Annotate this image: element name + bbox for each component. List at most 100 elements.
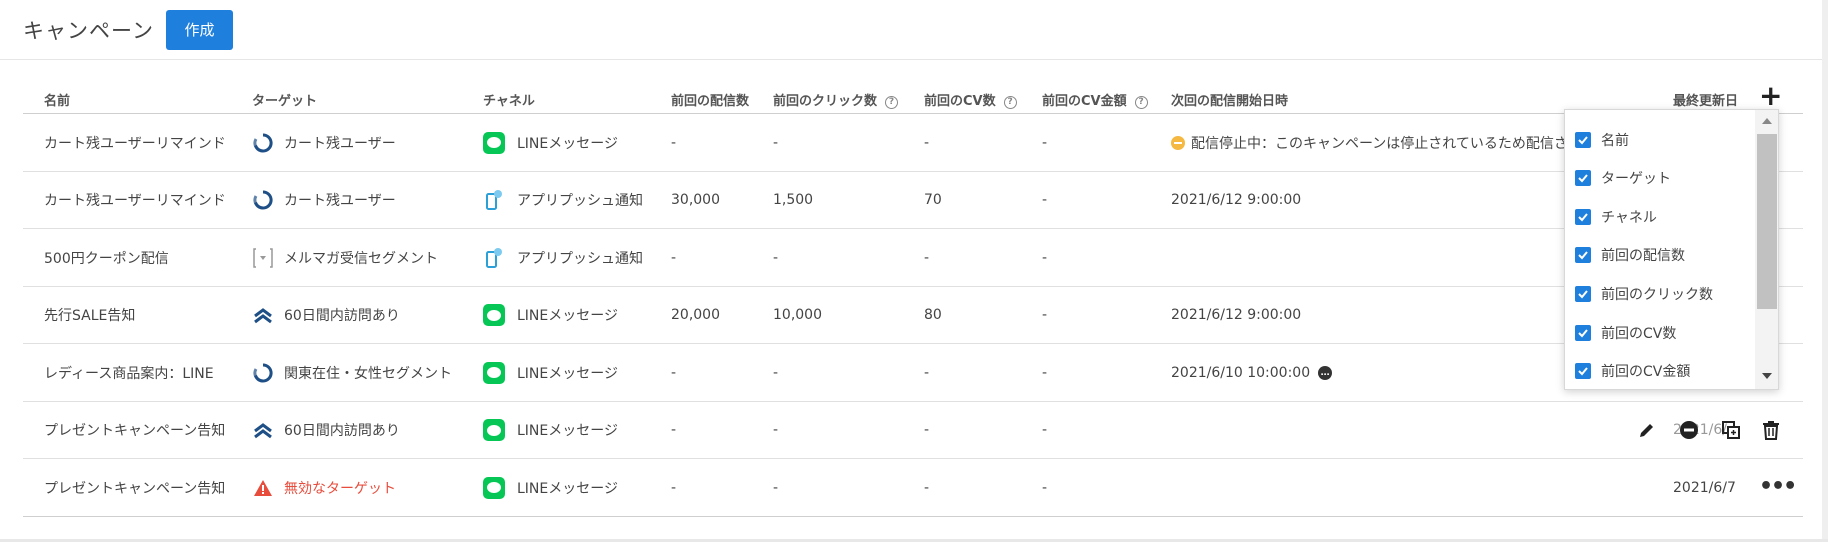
sent-value: -: [671, 422, 677, 438]
column-option-name[interactable]: 名前: [1575, 129, 1629, 151]
campaign-name[interactable]: カート残ユーザーリマインド: [44, 172, 226, 229]
campaign-table: 名前 ターゲット チャネル 前回の配信数 前回のクリック数? 前回のCV数? 前…: [23, 78, 1803, 517]
phone-icon: [483, 189, 505, 211]
checkbox-checked-icon[interactable]: [1575, 325, 1591, 341]
column-header-cv-label: 前回のCV数: [924, 94, 996, 109]
campaign-name[interactable]: 500円クーポン配信: [44, 229, 169, 286]
target-label: 60日間内訪問あり: [284, 423, 400, 439]
stop-icon[interactable]: [1678, 419, 1700, 441]
channel-label: LINEメッセージ: [517, 423, 618, 439]
create-button[interactable]: 作成: [166, 10, 233, 50]
column-header-next[interactable]: 次回の配信開始日時: [1171, 90, 1288, 109]
column-header-channel[interactable]: チャネル: [483, 90, 535, 109]
copy-icon[interactable]: [1720, 419, 1742, 441]
chevron-up-icon: [252, 304, 274, 326]
delete-icon[interactable]: [1760, 419, 1782, 441]
campaign-name[interactable]: プレゼントキャンペーン告知: [44, 402, 225, 459]
cv-value: -: [924, 422, 930, 438]
line-icon: [483, 476, 505, 499]
checkbox-checked-icon[interactable]: [1575, 247, 1591, 263]
cvamt-value: -: [1042, 192, 1048, 208]
target-label: 60日間内訪問あり: [284, 308, 400, 324]
cv-value: 70: [924, 192, 942, 208]
cvamt-value: -: [1042, 307, 1048, 323]
column-option-sent[interactable]: 前回の配信数: [1575, 244, 1685, 266]
channel-label: LINEメッセージ: [517, 308, 618, 324]
click-value: -: [773, 479, 779, 496]
cv-value: -: [924, 249, 930, 266]
target-cell: カート残ユーザー: [252, 172, 396, 229]
campaign-name[interactable]: プレゼントキャンペーン告知: [44, 459, 225, 516]
edit-icon[interactable]: [1636, 419, 1658, 441]
sent-value: 20,000: [671, 307, 720, 323]
warning-icon: [252, 477, 274, 499]
cvamt-value: -: [1042, 134, 1048, 151]
line-icon: [483, 419, 505, 441]
column-option-target[interactable]: ターゲット: [1575, 167, 1671, 189]
table-row[interactable]: カート残ユーザーリマインド カート残ユーザー アプリプッシュ通知 30,000 …: [23, 172, 1803, 229]
column-option-label: 前回のCV金額: [1601, 364, 1691, 380]
checkbox-checked-icon[interactable]: [1575, 286, 1591, 302]
channel-cell: LINEメッセージ: [483, 459, 618, 516]
table-row[interactable]: カート残ユーザーリマインド カート残ユーザー LINEメッセージ - - - -…: [23, 114, 1803, 172]
column-option-cv[interactable]: 前回のCV数: [1575, 322, 1676, 344]
campaign-name[interactable]: レディース商品案内：LINE: [44, 344, 214, 401]
checkbox-checked-icon[interactable]: [1575, 170, 1591, 186]
page-scrollbar[interactable]: [1822, 0, 1828, 542]
column-option-cvamt[interactable]: 前回のCV金額: [1575, 360, 1690, 382]
column-header-click[interactable]: 前回のクリック数?: [773, 90, 899, 109]
segment-icon: [252, 247, 274, 269]
add-column-icon[interactable]: +: [1759, 82, 1782, 110]
page-title: キャンペーン: [23, 19, 154, 43]
next-delivery: 2021/6/12 9:00:00: [1171, 192, 1302, 208]
checkbox-checked-icon[interactable]: [1575, 363, 1591, 379]
sent-value: -: [671, 134, 677, 151]
cvamt-value: -: [1042, 364, 1048, 381]
column-header-sent[interactable]: 前回の配信数: [671, 90, 749, 109]
paused-message: 配信停止中：このキャンペーンは停止されているため配信され: [1191, 135, 1582, 152]
campaign-name[interactable]: 先行SALE告知: [44, 287, 135, 344]
column-header-name[interactable]: 名前: [44, 90, 70, 109]
help-icon[interactable]: ?: [1134, 96, 1148, 109]
line-icon: [483, 304, 505, 326]
column-picker-popup: 名前 ターゲット チャネル 前回の配信数 前回のクリック数 前回のCV数 前回の…: [1564, 109, 1779, 390]
scroll-down-arrow-icon[interactable]: [1762, 373, 1772, 379]
click-value: -: [773, 422, 779, 438]
column-option-channel[interactable]: チャネル: [1575, 206, 1657, 228]
more-options-icon[interactable]: •••: [1759, 476, 1797, 498]
table-row[interactable]: プレゼントキャンペーン告知 60日間内訪問あり LINEメッセージ - - - …: [23, 402, 1803, 459]
checkbox-checked-icon[interactable]: [1575, 132, 1591, 148]
column-header-target[interactable]: ターゲット: [252, 90, 317, 109]
channel-cell: アプリプッシュ通知: [483, 229, 643, 286]
target-label: カート残ユーザー: [284, 135, 396, 152]
line-icon: [483, 131, 505, 154]
click-value: -: [773, 364, 779, 381]
column-header-updated[interactable]: 最終更新日: [1673, 90, 1738, 109]
column-option-click[interactable]: 前回のクリック数: [1575, 283, 1713, 305]
checkbox-checked-icon[interactable]: [1575, 209, 1591, 225]
target-cell: メルマガ受信セグメント: [252, 229, 438, 286]
cv-value: -: [924, 134, 930, 151]
click-value: -: [773, 134, 779, 151]
column-header-cvamt-label: 前回のCV金額: [1042, 94, 1127, 109]
column-option-label: 前回の配信数: [1601, 248, 1685, 264]
target-label: 無効なターゲット: [284, 480, 396, 497]
cv-value: -: [924, 364, 930, 381]
next-delivery: 2021/6/10 10:00:00: [1171, 364, 1311, 381]
column-header-cvamt[interactable]: 前回のCV金額?: [1042, 90, 1148, 109]
target-cell: 60日間内訪問あり: [252, 402, 400, 459]
popup-scrollbar-thumb[interactable]: [1757, 134, 1777, 309]
column-header-cv[interactable]: 前回のCV数?: [924, 90, 1017, 109]
campaign-name[interactable]: カート残ユーザーリマインド: [44, 114, 226, 171]
help-icon[interactable]: ?: [885, 96, 899, 109]
column-option-label: 名前: [1601, 133, 1629, 149]
scroll-up-arrow-icon[interactable]: [1762, 118, 1772, 124]
table-row[interactable]: 先行SALE告知 60日間内訪問あり LINEメッセージ 20,000 10,0…: [23, 287, 1803, 344]
comment-icon[interactable]: …: [1318, 365, 1333, 380]
help-icon[interactable]: ?: [1003, 96, 1017, 109]
phone-icon: [483, 247, 505, 269]
table-row[interactable]: レディース商品案内：LINE 関東在住・女性セグメント LINEメッセージ - …: [23, 344, 1803, 402]
table-row[interactable]: プレゼントキャンペーン告知 無効なターゲット LINEメッセージ - - - -…: [23, 459, 1803, 517]
table-row[interactable]: 500円クーポン配信 メルマガ受信セグメント アプリプッシュ通知 - - - -: [23, 229, 1803, 287]
next-delivery-cell: 配信停止中：このキャンペーンは停止されているため配信され: [1171, 114, 1582, 171]
